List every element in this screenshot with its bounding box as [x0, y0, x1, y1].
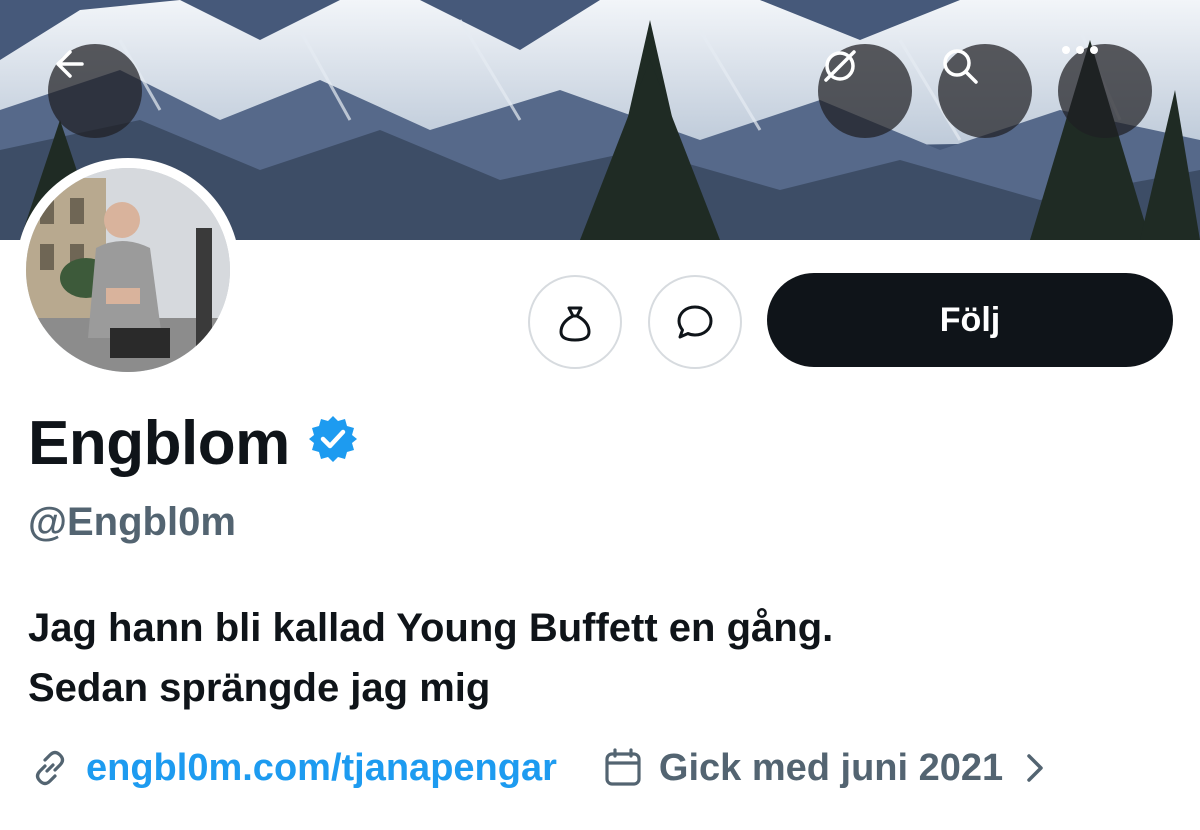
verified-badge-icon[interactable] — [308, 408, 358, 479]
follow-button[interactable]: Följ — [767, 273, 1173, 367]
search-button[interactable] — [938, 44, 1032, 138]
profile-meta: engbl0m.com/tjanapengar Gick med juni 20… — [28, 740, 1178, 796]
link-icon — [35, 750, 65, 786]
no-signal-icon — [824, 50, 856, 82]
more-button[interactable] — [1058, 44, 1152, 138]
message-button[interactable] — [648, 275, 742, 369]
display-name: Engblom — [28, 409, 290, 478]
search-icon — [943, 49, 978, 84]
chat-bubble-icon — [677, 305, 713, 339]
grok-button[interactable] — [818, 44, 912, 138]
more-icon — [1062, 46, 1098, 54]
tip-button[interactable] — [528, 275, 622, 369]
bio-line: Sedan sprängde jag mig — [28, 666, 491, 710]
money-bag-icon — [559, 306, 591, 342]
chevron-right-icon[interactable] — [1023, 750, 1047, 786]
website-link-text[interactable]: engbl0m.com/tjanapengar — [86, 747, 557, 790]
username-handle: @Engbl0m — [28, 500, 236, 544]
bio: Jag hann bli kallad Young Buffett en gån… — [28, 598, 1178, 718]
join-date-text: Gick med juni 2021 — [658, 746, 1004, 789]
display-name-row: Engblom — [28, 408, 358, 479]
avatar[interactable] — [16, 158, 240, 382]
join-date: Gick med juni 2021 — [601, 746, 1003, 790]
bio-line: Jag hann bli kallad Young Buffett en gån… — [28, 606, 834, 650]
back-button[interactable] — [48, 44, 142, 138]
arrow-left-icon — [56, 50, 84, 78]
website-link[interactable]: engbl0m.com/tjanapengar — [28, 746, 557, 790]
calendar-icon — [605, 748, 641, 786]
avatar-image — [26, 168, 230, 372]
